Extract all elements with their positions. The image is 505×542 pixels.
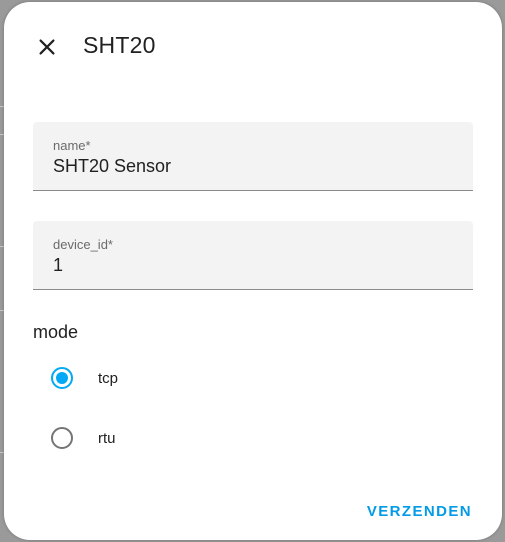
radio-label-tcp: tcp [98, 369, 119, 387]
radio-option-rtu[interactable]: rtu [44, 416, 244, 460]
name-field-label: name* [53, 138, 91, 153]
radio-button-tcp[interactable] [51, 367, 73, 389]
name-field[interactable]: name* [33, 122, 473, 191]
submit-button[interactable]: VERZENDEN [361, 496, 478, 526]
radio-label-rtu: rtu [98, 429, 116, 447]
name-input[interactable] [53, 156, 453, 177]
mode-label: mode [33, 322, 79, 342]
device-id-input[interactable] [53, 255, 453, 276]
dialog: SHT20 name* device_id* mode tcp rtu VERZ… [4, 2, 502, 540]
close-button[interactable] [30, 30, 64, 64]
dialog-title: SHT20 [83, 32, 156, 58]
radio-dot [56, 372, 68, 384]
radio-button-rtu[interactable] [51, 427, 73, 449]
device-id-field-label: device_id* [53, 237, 113, 252]
radio-option-tcp[interactable]: tcp [44, 356, 244, 400]
close-icon [39, 39, 55, 55]
device-id-field[interactable]: device_id* [33, 221, 473, 290]
